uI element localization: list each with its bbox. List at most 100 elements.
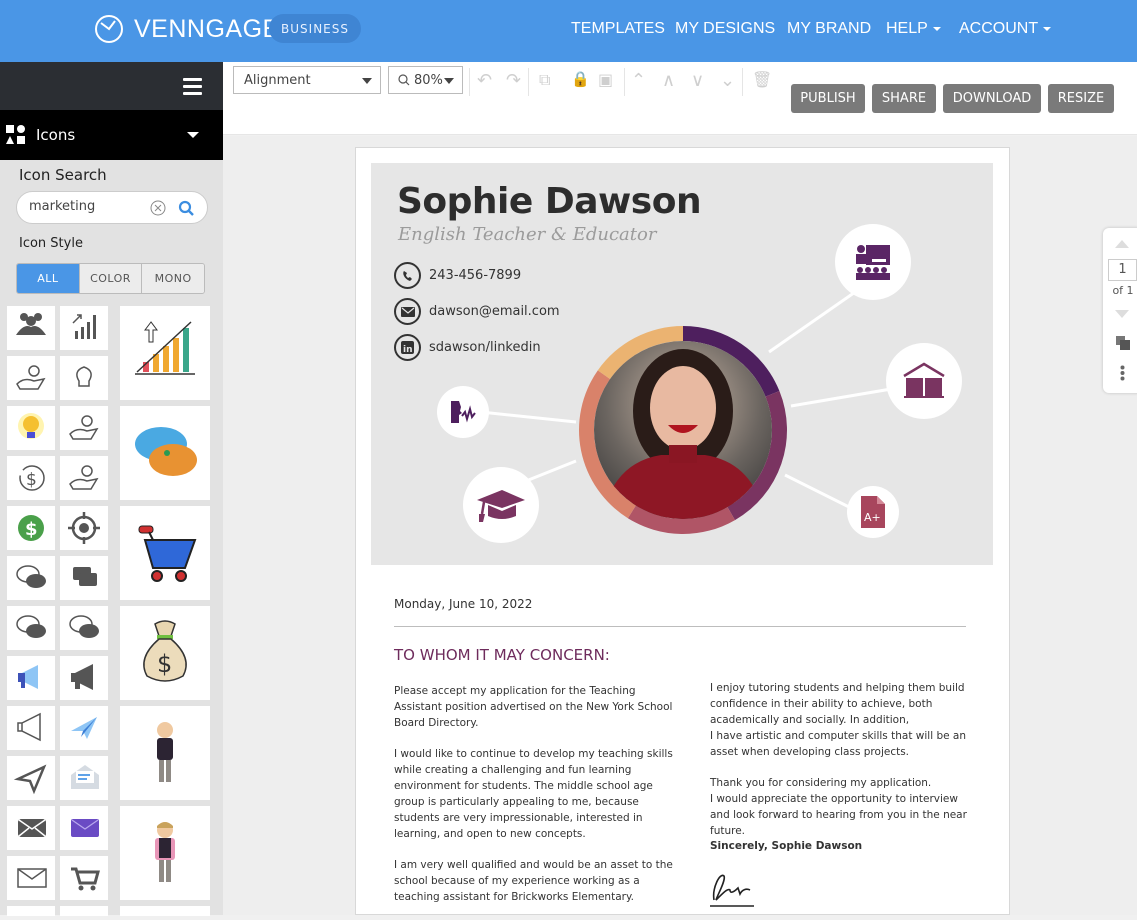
nav-my-designs[interactable]: MY DESIGNS: [675, 20, 775, 38]
letter-date[interactable]: Monday, June 10, 2022: [394, 596, 532, 612]
icon-result-envelope-solid[interactable]: [7, 806, 55, 850]
undo-icon[interactable]: ↶: [477, 70, 492, 91]
download-button[interactable]: DOWNLOAD: [943, 84, 1041, 113]
style-mono-button[interactable]: MONO: [141, 264, 204, 293]
icon-result-shopping-cart-color[interactable]: [120, 506, 210, 600]
nav-help[interactable]: HELP: [886, 20, 941, 38]
icon-result-growth-bars[interactable]: [60, 306, 108, 350]
venngage-logo[interactable]: VENNGAGE: [94, 14, 280, 44]
hamburger-menu-icon[interactable]: [183, 78, 202, 99]
group-icon[interactable]: ⧉: [539, 70, 550, 90]
letter-paragraph[interactable]: Please accept my application for the Tea…: [394, 683, 676, 731]
nav-templates[interactable]: TEMPLATES: [571, 20, 665, 38]
icon-result-money-hand-outline[interactable]: [60, 456, 108, 500]
icon-result-dollar-refresh[interactable]: $: [7, 456, 55, 500]
svg-text:A+: A+: [864, 511, 881, 524]
closing[interactable]: Sincerely, Sophie Dawson: [710, 838, 862, 854]
lightbulb-color-icon: [18, 413, 44, 439]
letter-left-column[interactable]: Please accept my application for the Tea…: [394, 683, 676, 920]
envelope-purple-icon: [71, 819, 99, 837]
nav-account[interactable]: ACCOUNT: [959, 20, 1052, 38]
page-number-input[interactable]: 1: [1108, 259, 1137, 281]
icon-result-chat-bubbles-dotted[interactable]: [7, 606, 55, 650]
icon-result-lightbulb-color[interactable]: [7, 406, 55, 450]
search-icon[interactable]: [178, 200, 195, 217]
salutation[interactable]: TO WHOM IT MAY CONCERN:: [394, 645, 610, 665]
icon-search-input[interactable]: [29, 199, 149, 214]
letter-paragraph[interactable]: I would appreciate the opportunity to in…: [710, 791, 972, 839]
share-button[interactable]: SHARE: [872, 84, 936, 113]
icon-result-money-bag[interactable]: $: [120, 606, 210, 700]
icon-result-growth-chart-color[interactable]: [120, 306, 210, 400]
teacher-icon-bubble[interactable]: [835, 224, 911, 300]
letter-paragraph[interactable]: I enjoy tutoring students and helping th…: [710, 680, 972, 728]
page-up-icon[interactable]: [1115, 240, 1129, 248]
trash-icon[interactable]: 🗑: [752, 70, 772, 89]
style-all-button[interactable]: ALL: [17, 264, 79, 293]
icon-result-open-envelope[interactable]: [60, 756, 108, 800]
chat-bubble-solid-outline-icon: [69, 615, 99, 638]
letter-paragraph[interactable]: Thank you for considering my application…: [710, 775, 972, 791]
icon-result-envelope-outline[interactable]: [7, 856, 55, 900]
category-selector[interactable]: Icons: [0, 110, 223, 160]
icon-result-money-hand[interactable]: [60, 406, 108, 450]
icon-result-megaphone-outline[interactable]: [7, 706, 55, 750]
clock-logo-icon: [95, 15, 123, 43]
graduation-icon-bubble[interactable]: [463, 467, 539, 543]
book-icon-bubble[interactable]: [886, 343, 962, 419]
icon-result-hand-coins[interactable]: [7, 356, 55, 400]
icon-result-character-old-man[interactable]: [120, 706, 210, 800]
duplicate-icon[interactable]: ▣: [598, 70, 613, 89]
letter-paragraph[interactable]: I have artistic and computer skills that…: [710, 728, 972, 760]
envelope-solid-icon: [18, 819, 46, 837]
letter-paragraph[interactable]: I am very well qualified and would be an…: [394, 857, 676, 905]
page-down-icon[interactable]: [1115, 310, 1129, 318]
character-old-man-icon: [157, 722, 173, 782]
alignment-dropdown[interactable]: Alignment: [233, 66, 381, 94]
redo-icon[interactable]: ↷: [506, 70, 521, 91]
svg-text:$: $: [25, 519, 38, 540]
divider-line: [394, 626, 966, 627]
icon-result-target[interactable]: [60, 506, 108, 550]
icon-result-paper-plane-outline[interactable]: [7, 756, 55, 800]
paper-plane-outline-icon: [13, 764, 47, 795]
letter-paragraph[interactable]: I would like to continue to develop my t…: [394, 746, 676, 842]
icon-result-megaphone-blue[interactable]: [7, 656, 55, 700]
icon-style-title: Icon Style: [19, 236, 83, 251]
envelope-outline-icon: [17, 868, 47, 888]
icon-search-box: [16, 191, 208, 224]
send-to-back-icon[interactable]: ⌄: [720, 70, 735, 91]
icon-result-people-group[interactable]: [7, 306, 55, 350]
speech-icon-bubble[interactable]: [437, 386, 489, 438]
grade-icon-bubble[interactable]: A+: [847, 486, 899, 538]
icon-result-chat-bubble-solid-outline[interactable]: [60, 606, 108, 650]
style-color-button[interactable]: COLOR: [78, 264, 142, 293]
divider: [742, 68, 743, 96]
bring-forward-icon[interactable]: ∧: [662, 70, 675, 91]
icon-result-chat-bubbles-outline[interactable]: [7, 556, 55, 600]
icon-result-lightbulb-outline[interactable]: [60, 356, 108, 400]
sidebar-header: [0, 62, 223, 110]
icon-result-chat-bubbles-solid[interactable]: [60, 556, 108, 600]
clear-search-icon[interactable]: [150, 200, 166, 216]
icon-result-dollar-circle-green[interactable]: $: [7, 506, 55, 550]
icon-result-megaphone-solid[interactable]: [60, 656, 108, 700]
icon-result-envelope-purple[interactable]: [60, 806, 108, 850]
growth-chart-color-icon: [135, 321, 195, 375]
send-backward-icon[interactable]: ∨: [691, 70, 704, 91]
icon-result-chat-eye-color[interactable]: [120, 406, 210, 500]
zoom-dropdown[interactable]: 80%: [388, 66, 463, 94]
icon-result-shopping-cart[interactable]: [60, 856, 108, 900]
icon-result-paper-plane-blue[interactable]: [60, 706, 108, 750]
bring-to-front-icon[interactable]: ⌃: [631, 70, 646, 91]
icon-result-character-young-man[interactable]: [120, 806, 210, 900]
publish-button[interactable]: PUBLISH: [791, 84, 865, 113]
duplicate-page-icon[interactable]: [1116, 336, 1130, 350]
resize-button[interactable]: RESIZE: [1048, 84, 1114, 113]
lock-icon[interactable]: 🔒: [571, 70, 590, 88]
signature[interactable]: [710, 868, 760, 910]
editor-toolbar: Alignment 80% ↶ ↷ ⧉ 🔒 ▣ ⌃ ∧ ∨ ⌄ 🗑 PUBLIS…: [223, 62, 1137, 135]
nav-my-brand[interactable]: MY BRAND: [787, 20, 871, 38]
more-options-icon[interactable]: [1120, 365, 1125, 381]
letter-right-column[interactable]: I enjoy tutoring students and helping th…: [710, 680, 972, 839]
